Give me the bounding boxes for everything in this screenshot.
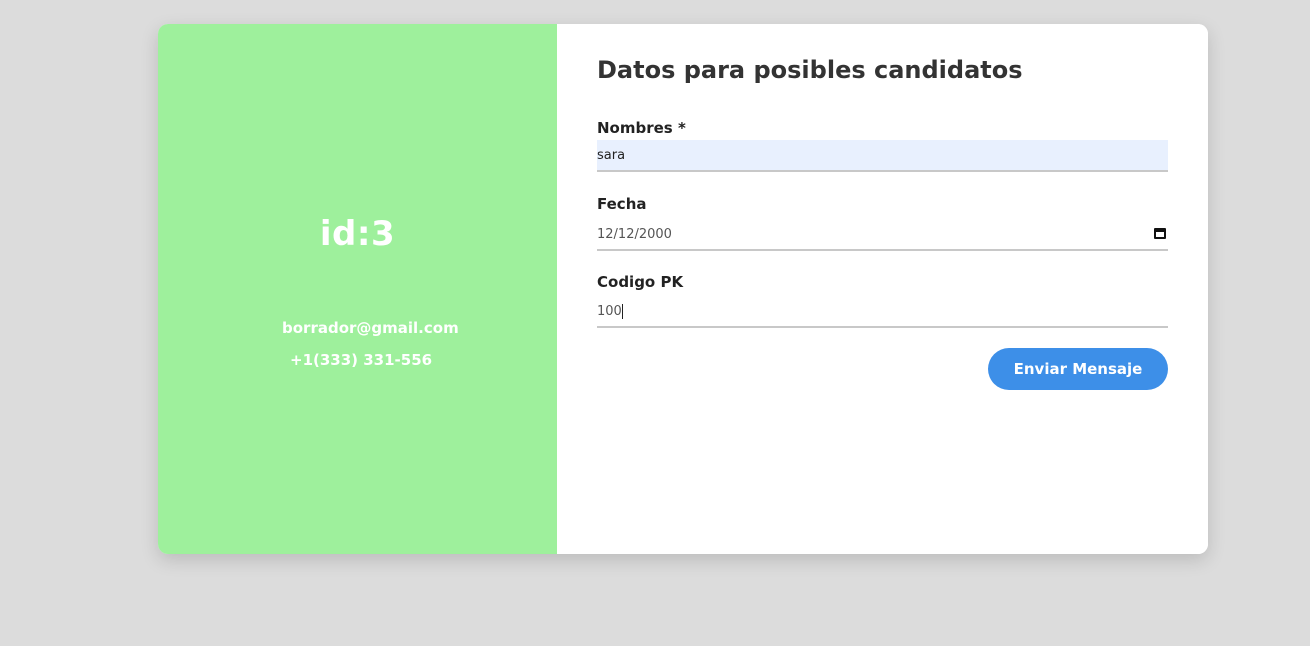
nombres-value: sara bbox=[597, 147, 626, 163]
fecha-label: Fecha bbox=[597, 195, 647, 213]
form-panel: Datos para posibles candidatos Nombres *… bbox=[557, 24, 1208, 554]
calendar-icon[interactable] bbox=[1154, 228, 1166, 239]
contact-phone: +1(333) 331-556 bbox=[290, 351, 433, 369]
form-title: Datos para posibles candidatos bbox=[597, 56, 1023, 84]
candidate-card: id:3 borrador@gmail.com +1(333) 331-556 … bbox=[158, 24, 1208, 554]
fecha-date-input[interactable]: 12/12/2000 bbox=[597, 219, 1168, 251]
nombres-label: Nombres * bbox=[597, 119, 686, 137]
record-id: id:3 bbox=[319, 214, 396, 254]
codigo-pk-value: 100 bbox=[597, 303, 622, 319]
nombres-input[interactable]: sara bbox=[597, 140, 1168, 172]
contact-email: borrador@gmail.com bbox=[282, 319, 459, 337]
codigo-pk-label: Codigo PK bbox=[597, 273, 684, 291]
text-caret bbox=[621, 303, 623, 319]
send-message-button[interactable]: Enviar Mensaje bbox=[988, 348, 1168, 390]
codigo-pk-input[interactable]: 100 bbox=[597, 296, 1168, 328]
contact-panel: id:3 borrador@gmail.com +1(333) 331-556 bbox=[158, 24, 557, 554]
fecha-value: 12/12/2000 bbox=[597, 226, 672, 242]
